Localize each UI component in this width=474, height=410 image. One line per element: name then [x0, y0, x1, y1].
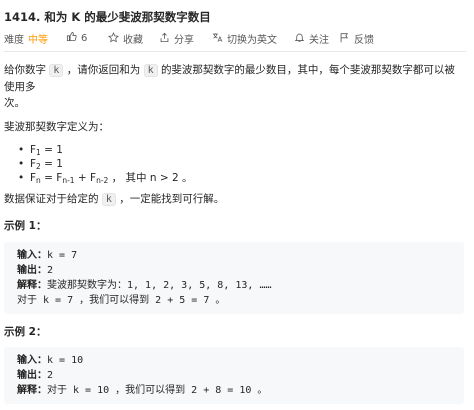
text: = 1: [40, 158, 63, 170]
switch-language-button[interactable]: 切换为英文: [212, 31, 277, 46]
explanation-label: 解释：: [17, 385, 47, 396]
explanation-label: 解释：: [17, 280, 47, 291]
subscript: n-1: [62, 176, 75, 185]
like-button[interactable]: 6: [66, 31, 87, 45]
toolbar-divider: [4, 51, 466, 52]
example-2-block: 输入：k = 10 输出：2 解释：对于 k = 10 ，我们可以得到 2 + …: [4, 347, 464, 404]
switch-language-label: 切换为英文: [227, 35, 277, 46]
favorite-button[interactable]: 收藏: [108, 31, 143, 46]
subscript: 1: [36, 148, 41, 157]
output-label: 输出：: [17, 265, 47, 276]
translate-icon: [212, 32, 223, 46]
example-1-output: 输出：2: [17, 263, 464, 278]
feedback-label: 反馈: [354, 35, 374, 46]
example-2-explanation: 解释：对于 k = 10 ，我们可以得到 2 + 8 = 10 。: [17, 383, 464, 398]
flag-icon: [339, 32, 350, 46]
text: ，请你返回和为: [66, 64, 141, 76]
like-count: 6: [81, 32, 88, 44]
inline-code-k: k: [49, 64, 64, 77]
follow-label: 关注: [309, 35, 329, 46]
follow-button[interactable]: 关注: [294, 31, 329, 46]
bell-icon: [294, 32, 305, 46]
share-button[interactable]: 分享: [159, 31, 194, 46]
example-2-title: 示例 2：: [4, 326, 47, 338]
example-1-explanation-line-2: 对于 k = 7 ，我们可以得到 2 + 5 = 7 。: [17, 295, 226, 306]
text: = F: [40, 172, 63, 184]
subscript: 2: [36, 162, 41, 171]
explanation-value: 对于 k = 10 ，我们可以得到 2 + 8 = 10 。: [47, 385, 268, 396]
example-1-block: 输入：k = 7 输出：2 解释：斐波那契数字为：1, 1, 2, 3, 5, …: [4, 242, 464, 314]
input-label: 输入：: [17, 250, 47, 261]
text: ，一定能找到可行解。: [119, 193, 225, 205]
thumbs-up-icon: [66, 31, 77, 45]
text: + F: [74, 172, 97, 184]
subscript: n: [36, 176, 41, 185]
output-value: 2: [47, 265, 54, 276]
inline-code-k: k: [101, 193, 116, 206]
text: 次。: [4, 97, 25, 109]
problem-title: 1414. 和为 K 的最少斐波那契数字数目: [4, 10, 211, 24]
text: ， 其中 n > 2 。: [108, 172, 193, 184]
output-value: 2: [47, 370, 54, 381]
example-1-input: 输入：k = 7: [17, 248, 464, 263]
description-paragraph-2: 斐波那契数字定义为：: [4, 121, 109, 133]
star-icon: [108, 31, 119, 46]
subscript: n-2: [96, 176, 109, 185]
problem-page: 1414. 和为 K 的最少斐波那契数字数目 难度 中等 6 收藏 分享 切换为…: [0, 0, 474, 410]
description-paragraph-3: 数据保证对于给定的 k ，一定能找到可行解。: [4, 191, 464, 208]
example-1-explanation: 解释：斐波那契数字为：1, 1, 2, 3, 5, 8, 13, ……: [17, 278, 464, 293]
fibonacci-definition-list: F1 = 1 F2 = 1 Fn = Fn-1 + Fn-2 ， 其中 n > …: [4, 143, 464, 185]
description-paragraph-1: 给你数字 k ，请你返回和为 k 的斐波那契数字的最少数目，其中，每个斐波那契数…: [4, 62, 464, 111]
list-item: Fn = Fn-1 + Fn-2 ， 其中 n > 2 。: [4, 171, 464, 185]
difficulty-label: 难度: [4, 35, 24, 46]
example-1-title: 示例 1：: [4, 220, 47, 232]
problem-description: 给你数字 k ，请你返回和为 k 的斐波那契数字的最少数目，其中，每个斐波那契数…: [4, 62, 464, 208]
difficulty: 难度 中等: [4, 31, 48, 46]
feedback-button[interactable]: 反馈: [339, 31, 374, 46]
problem-toolbar: 难度 中等 6 收藏 分享 切换为英文 关注 反馈: [4, 31, 466, 46]
input-value: k = 10: [47, 355, 84, 366]
favorite-label: 收藏: [123, 35, 143, 46]
share-icon: [159, 32, 170, 46]
difficulty-value: 中等: [28, 35, 48, 46]
input-value: k = 7: [47, 250, 78, 261]
example-2-input: 输入：k = 10: [17, 353, 464, 368]
text: 给你数字: [4, 64, 46, 76]
text: 数据保证对于给定的: [4, 193, 99, 205]
explanation-value: 斐波那契数字为：1, 1, 2, 3, 5, 8, 13, ……: [47, 280, 272, 291]
input-label: 输入：: [17, 355, 47, 366]
list-item: F1 = 1: [4, 143, 464, 157]
example-2-output: 输出：2: [17, 368, 464, 383]
text: = 1: [40, 144, 63, 156]
output-label: 输出：: [17, 370, 47, 381]
share-label: 分享: [174, 35, 194, 46]
inline-code-k: k: [143, 64, 158, 77]
list-item: F2 = 1: [4, 157, 464, 171]
